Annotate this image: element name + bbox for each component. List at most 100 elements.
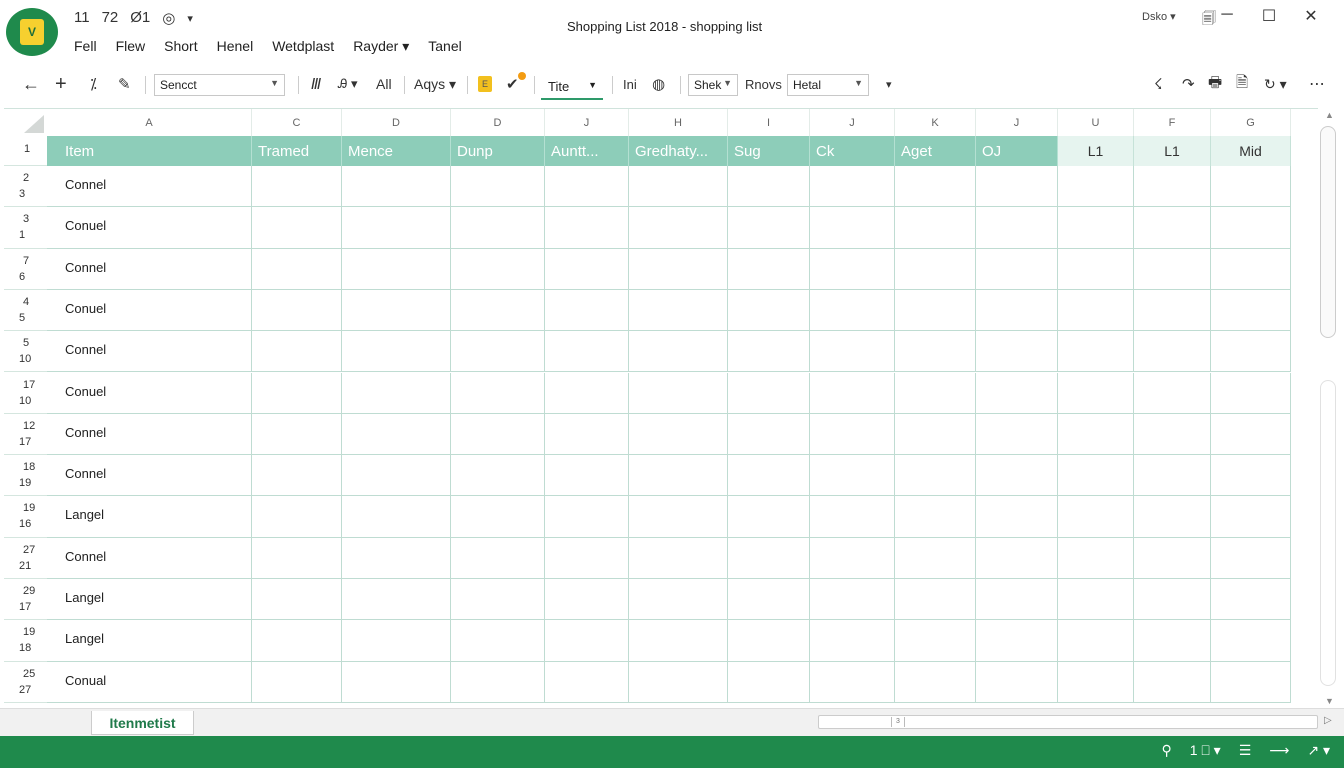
table-cell[interactable] (810, 413, 895, 456)
row-header[interactable]: 5 10 (4, 331, 47, 373)
maximize-icon[interactable]: ☐ (1248, 6, 1290, 26)
table-cell[interactable] (342, 207, 451, 249)
table-cell[interactable] (976, 331, 1058, 373)
table-cell[interactable] (976, 537, 1058, 579)
table-cell[interactable] (342, 372, 451, 414)
menu-item-flew[interactable]: Flew (116, 38, 146, 55)
table-cell[interactable] (1211, 207, 1291, 249)
table-cell[interactable] (545, 496, 629, 538)
table-cell[interactable] (976, 207, 1058, 249)
table-cell[interactable] (629, 620, 728, 662)
table-cell[interactable] (451, 537, 545, 579)
table-cell[interactable] (895, 413, 976, 456)
table-cell[interactable] (895, 455, 976, 497)
table-cell[interactable] (895, 289, 976, 332)
row-header[interactable]: 19 16 (4, 496, 47, 538)
table-cell[interactable] (895, 496, 976, 538)
vertical-scrollbar[interactable]: ▲ ▼ (1318, 108, 1340, 708)
table-cell[interactable] (728, 661, 810, 703)
table-cell[interactable] (728, 537, 810, 579)
globe-icon[interactable]: ◍ (652, 66, 665, 102)
column-title-cell[interactable]: Tramed (252, 136, 342, 166)
table-cell[interactable] (1211, 331, 1291, 373)
row-header[interactable]: 23 (4, 166, 47, 208)
angs-dropdown[interactable]: Aqys ▾ (414, 66, 456, 102)
column-header[interactable]: J (976, 109, 1058, 136)
table-cell[interactable] (252, 372, 342, 414)
menu-item-short[interactable]: Short (164, 38, 197, 55)
arrow-right-icon[interactable]: ⟶ (1269, 742, 1289, 759)
table-cell[interactable] (1211, 661, 1291, 703)
table-cell[interactable] (895, 207, 976, 249)
table-cell[interactable] (895, 537, 976, 579)
table-cell[interactable] (1134, 248, 1211, 290)
table-cell[interactable] (545, 166, 629, 208)
table-cell[interactable] (1058, 372, 1134, 414)
shek-dropdown[interactable]: Shek ▼ (688, 74, 738, 96)
scrollbar-track[interactable] (1320, 380, 1336, 686)
table-cell[interactable] (1058, 455, 1134, 497)
table-cell[interactable] (728, 455, 810, 497)
table-cell[interactable] (342, 620, 451, 662)
table-cell[interactable] (728, 413, 810, 456)
column-title-cell[interactable]: L1 (1058, 136, 1134, 166)
minimize-icon[interactable]: ─ (1206, 6, 1248, 26)
redo-icon[interactable]: ↷ (1182, 66, 1195, 102)
item-cell[interactable]: Connel (47, 166, 252, 208)
table-cell[interactable] (895, 248, 976, 290)
item-cell[interactable]: Conuel (47, 207, 252, 249)
table-cell[interactable] (976, 289, 1058, 332)
column-title-cell[interactable]: Mid (1211, 136, 1291, 166)
search-icon[interactable]: ⚲ (1161, 742, 1171, 759)
table-cell[interactable] (629, 248, 728, 290)
table-cell[interactable] (728, 331, 810, 373)
column-header[interactable]: D (451, 109, 545, 136)
item-cell[interactable]: Connel (47, 413, 252, 456)
table-cell[interactable] (1134, 166, 1211, 208)
menu-item-wetdplast[interactable]: Wetdplast (272, 38, 334, 55)
page-view-selector[interactable]: 1 ⎕ ▾ (1190, 742, 1221, 759)
table-cell[interactable] (976, 455, 1058, 497)
table-cell[interactable] (976, 372, 1058, 414)
table-cell[interactable] (1134, 620, 1211, 662)
table-cell[interactable] (810, 166, 895, 208)
table-cell[interactable] (629, 496, 728, 538)
table-cell[interactable] (252, 331, 342, 373)
pen-icon[interactable]: ✎ (118, 66, 131, 102)
table-cell[interactable] (252, 496, 342, 538)
table-cell[interactable] (1058, 248, 1134, 290)
menu-item-tanel[interactable]: Tanel (428, 38, 461, 55)
table-cell[interactable] (895, 661, 976, 703)
table-cell[interactable] (1134, 661, 1211, 703)
table-cell[interactable] (342, 289, 451, 332)
table-cell[interactable] (451, 579, 545, 621)
close-icon[interactable]: ✕ (1290, 6, 1332, 26)
column-title-cell[interactable]: Ck (810, 136, 895, 166)
column-header[interactable]: A (47, 109, 252, 136)
table-cell[interactable] (629, 372, 728, 414)
column-header[interactable]: G (1211, 109, 1291, 136)
row-header[interactable]: 31 (4, 207, 47, 249)
item-cell[interactable]: Conuel (47, 289, 252, 332)
table-cell[interactable] (1058, 620, 1134, 662)
table-cell[interactable] (252, 661, 342, 703)
table-cell[interactable] (252, 166, 342, 208)
table-cell[interactable] (810, 289, 895, 332)
table-cell[interactable] (451, 166, 545, 208)
qat-dropdown-icon[interactable]: ▾ (187, 9, 193, 27)
column-header[interactable]: I (728, 109, 810, 136)
table-cell[interactable] (895, 166, 976, 208)
table-cell[interactable] (451, 207, 545, 249)
table-cell[interactable] (1058, 579, 1134, 621)
scroll-down-icon[interactable]: ▼ (1325, 696, 1334, 706)
expand-icon[interactable]: ↗ ▾ (1307, 742, 1330, 759)
table-cell[interactable] (976, 661, 1058, 703)
table-cell[interactable] (1134, 579, 1211, 621)
qat-circle-icon[interactable]: ◎ (162, 9, 175, 27)
file-tab[interactable]: Tite ▼ (541, 74, 603, 100)
table-cell[interactable] (342, 496, 451, 538)
item-cell[interactable]: Connel (47, 455, 252, 497)
table-cell[interactable] (252, 289, 342, 332)
row-header[interactable]: 27 21 (4, 537, 47, 579)
table-cell[interactable] (895, 331, 976, 373)
